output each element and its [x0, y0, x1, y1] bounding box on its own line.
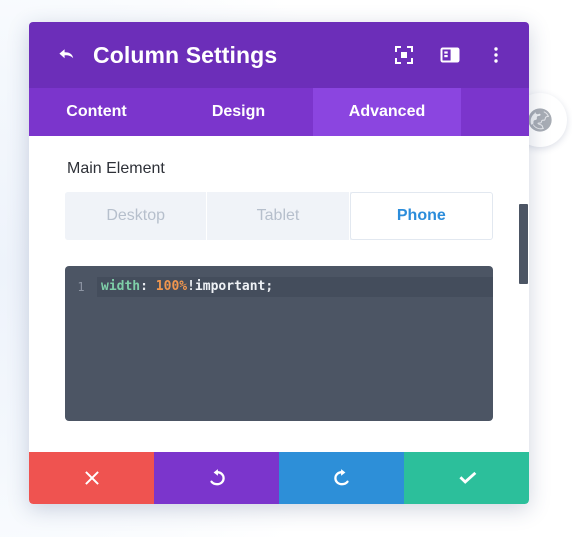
tab-bar: Content Design Advanced: [29, 88, 529, 136]
modal-header: Column Settings: [29, 22, 529, 88]
checkmark-icon: [456, 467, 478, 489]
code-line[interactable]: width: 100%!important;: [97, 277, 493, 297]
scrollbar-track[interactable]: [519, 136, 529, 452]
more-vertical-icon[interactable]: [485, 44, 507, 66]
layout-panel-icon[interactable]: [439, 44, 461, 66]
code-token-value: 100%: [155, 279, 188, 294]
code-token-colon: :: [140, 279, 148, 294]
device-toggle-desktop[interactable]: Desktop: [65, 192, 208, 240]
focus-target-icon[interactable]: [393, 44, 415, 66]
page-title: Column Settings: [93, 41, 278, 68]
tab-bar-filler: [461, 88, 529, 136]
back-arrow-icon[interactable]: [53, 40, 83, 70]
device-toggle-group: Desktop Tablet Phone: [65, 192, 493, 240]
code-gutter: 1: [65, 266, 97, 421]
cancel-button[interactable]: [29, 452, 154, 504]
settings-panel: Main Element Desktop Tablet Phone 1 widt…: [29, 136, 529, 421]
device-toggle-phone[interactable]: Phone: [349, 192, 493, 240]
undo-arrow-icon: [206, 467, 228, 489]
tab-content[interactable]: Content: [29, 88, 164, 136]
tab-advanced[interactable]: Advanced: [313, 88, 461, 136]
column-settings-modal: Column Settings Content Design Advanced …: [29, 22, 529, 504]
header-actions: [393, 44, 507, 66]
scrollbar-thumb[interactable]: [519, 204, 528, 284]
page-backdrop: Column Settings Content Design Advanced …: [0, 0, 572, 537]
modal-footer: [29, 452, 529, 504]
code-token-semicolon: ;: [265, 279, 274, 294]
code-token-property: width: [101, 279, 141, 294]
css-code-editor[interactable]: 1 width: 100%!important;: [65, 266, 493, 421]
line-number: 1: [77, 280, 85, 294]
section-label-main-element: Main Element: [67, 160, 165, 177]
tab-design[interactable]: Design: [164, 88, 313, 136]
close-x-icon: [82, 468, 102, 488]
modal-body: Main Element Desktop Tablet Phone 1 widt…: [29, 136, 529, 452]
redo-button[interactable]: [279, 452, 404, 504]
code-token-important: !important: [187, 279, 266, 294]
code-input-area[interactable]: width: 100%!important;: [97, 266, 493, 421]
undo-button[interactable]: [154, 452, 279, 504]
device-toggle-tablet[interactable]: Tablet: [207, 192, 350, 240]
save-button[interactable]: [404, 452, 529, 504]
redo-arrow-icon: [331, 467, 353, 489]
globe-icon: [526, 106, 554, 134]
